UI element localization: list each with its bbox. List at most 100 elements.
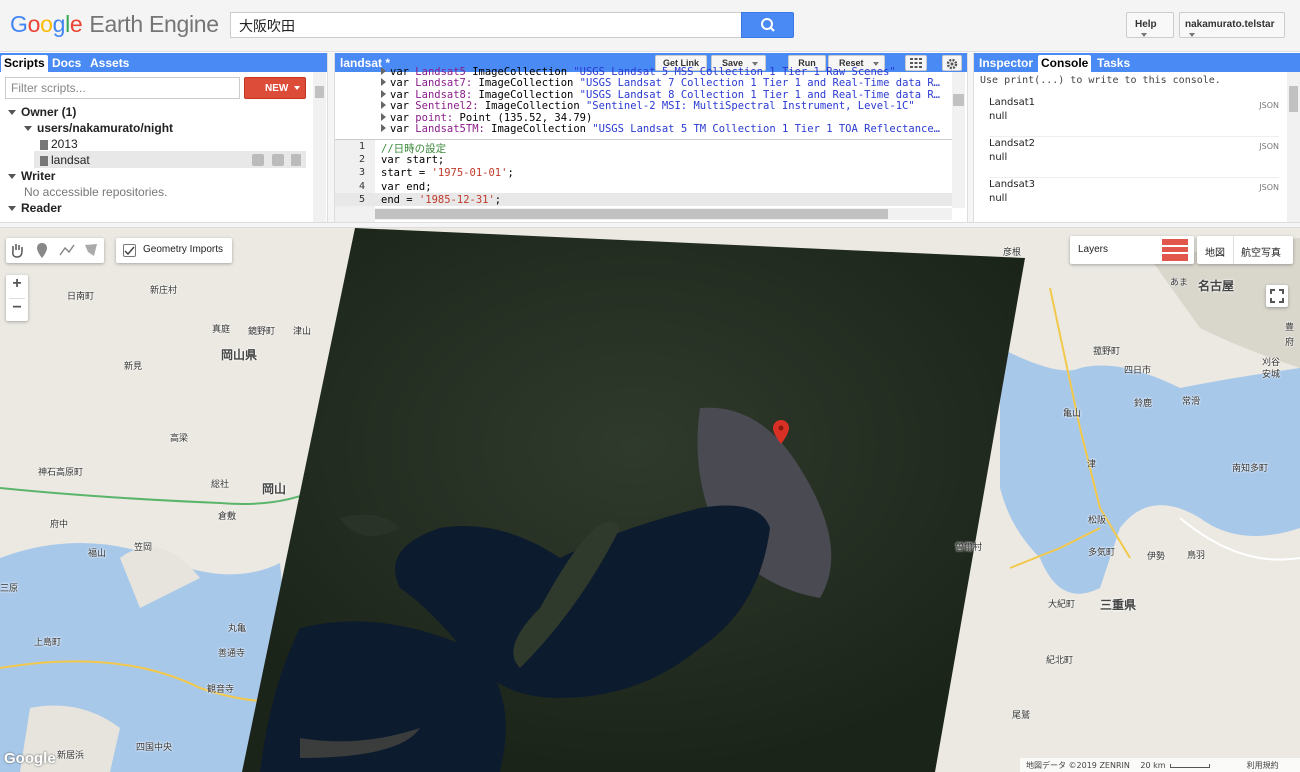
code-line[interactable]: var end; bbox=[381, 181, 432, 193]
hand-icon[interactable] bbox=[10, 243, 24, 258]
code-line[interactable]: end = '1985-12-31'; bbox=[381, 194, 501, 206]
scrollbar-thumb[interactable] bbox=[1289, 86, 1298, 112]
expand-triangle-icon[interactable] bbox=[381, 112, 386, 121]
polygon-tool-icon[interactable] bbox=[84, 243, 98, 257]
line-number: 1 bbox=[358, 141, 365, 152]
user-account-button[interactable]: nakamurato.telstar bbox=[1179, 12, 1285, 38]
editor-hscrollbar[interactable] bbox=[335, 208, 952, 220]
import-entry[interactable]: var Landsat5TM: ImageCollection "USGS La… bbox=[381, 123, 940, 135]
console-entry[interactable]: Landsat3 null JSON bbox=[989, 179, 1279, 219]
code-token: var bbox=[390, 100, 416, 113]
import-entry[interactable]: var Sentinel2: ImageCollection "Sentinel… bbox=[381, 100, 915, 112]
map-place-label: 善通寺 bbox=[218, 649, 246, 659]
filter-scripts-input[interactable]: Filter scripts... bbox=[5, 77, 240, 99]
line-tool-icon[interactable] bbox=[59, 244, 75, 256]
expand-triangle-icon[interactable] bbox=[381, 78, 386, 87]
map-place-label: 丸亀 bbox=[228, 624, 247, 634]
marker-tool-icon[interactable] bbox=[36, 243, 48, 258]
console-scrollbar[interactable] bbox=[1287, 72, 1300, 222]
file-icon bbox=[40, 155, 48, 166]
new-script-button[interactable]: NEW bbox=[244, 77, 306, 99]
map-place-label: 新庄村 bbox=[150, 286, 178, 296]
search-input[interactable]: 大阪吹田 bbox=[230, 12, 742, 38]
geometry-imports-label: Geometry Imports bbox=[143, 244, 224, 255]
map-view[interactable]: 日南町 新庄村 真庭 鏡野町 津山 岡山県 新見 高梁 神石高原町 総社 岡山 倉敷 府中 福山 笠岡 三原上… bbox=[0, 228, 1300, 772]
map-type-divider bbox=[1233, 236, 1234, 264]
terms-link[interactable]: 利用規約 bbox=[1247, 761, 1279, 770]
code-token: ImageCollection bbox=[472, 88, 580, 101]
panel-divider[interactable] bbox=[327, 53, 335, 222]
edit-icon[interactable] bbox=[272, 154, 284, 166]
tree-owner[interactable]: Owner (1) bbox=[8, 105, 76, 119]
code-line[interactable]: start = '1975-01-01'; bbox=[381, 167, 514, 179]
expand-triangle-icon[interactable] bbox=[381, 67, 386, 75]
code-token: "USGS Landsat 7 Collection 1 Tier 1 and … bbox=[579, 77, 940, 90]
json-link[interactable]: JSON bbox=[1259, 142, 1279, 151]
zoom-out-button[interactable]: − bbox=[6, 299, 28, 321]
geometry-imports-toggle[interactable]: Geometry Imports bbox=[116, 238, 232, 263]
layers-control[interactable]: Layers bbox=[1070, 236, 1194, 264]
tab-docs[interactable]: Docs bbox=[49, 55, 84, 72]
json-link[interactable]: JSON bbox=[1259, 101, 1279, 110]
zoom-in-button[interactable]: + bbox=[6, 275, 28, 298]
expand-triangle-icon[interactable] bbox=[381, 124, 386, 132]
tab-assets[interactable]: Assets bbox=[87, 55, 132, 72]
json-link[interactable]: JSON bbox=[1259, 183, 1279, 192]
tree-repo[interactable]: users/nakamurato/night bbox=[24, 121, 173, 135]
map-type-satellite-button[interactable]: 航空写真 bbox=[1241, 244, 1281, 259]
map-pin-icon[interactable] bbox=[773, 420, 789, 444]
tree-file-landsat[interactable]: landsat bbox=[40, 153, 90, 167]
search-button[interactable] bbox=[741, 12, 794, 38]
file-label: 2013 bbox=[51, 137, 78, 151]
expand-triangle-icon[interactable] bbox=[381, 101, 386, 110]
tab-inspector[interactable]: Inspector bbox=[976, 55, 1036, 72]
code-token: var bbox=[390, 66, 416, 78]
scrollbar-thumb[interactable] bbox=[953, 94, 964, 106]
code-token: ImageCollection bbox=[472, 77, 580, 90]
console-entry[interactable]: Landsat2 null JSON bbox=[989, 138, 1279, 178]
import-entry[interactable]: var point: Point (135.52, 34.79) bbox=[381, 112, 592, 124]
map-place-label: 福山 bbox=[88, 549, 107, 559]
code-token: ImageCollection bbox=[484, 123, 593, 135]
line-number: 2 bbox=[358, 154, 365, 166]
code-token: "USGS Landsat 8 Collection 1 Tier 1 and … bbox=[579, 88, 940, 101]
earth-engine-logo[interactable]: Google Earth Engine bbox=[10, 11, 219, 38]
editor-vscrollbar[interactable] bbox=[952, 72, 965, 208]
scripts-scrollbar[interactable] bbox=[313, 72, 326, 222]
logo-letter: o bbox=[40, 11, 53, 37]
tree-reader[interactable]: Reader bbox=[8, 201, 62, 215]
map-place-label: 常滑 bbox=[1182, 397, 1201, 407]
import-entry[interactable]: var Landsat5 ImageCollection "USGS Lands… bbox=[381, 66, 896, 78]
help-button[interactable]: Help bbox=[1126, 12, 1174, 38]
file-icon bbox=[40, 139, 48, 150]
scrollbar-thumb[interactable] bbox=[315, 86, 324, 98]
code-token: var bbox=[390, 123, 416, 135]
tab-tasks[interactable]: Tasks bbox=[1094, 55, 1133, 72]
caret-down-icon bbox=[8, 206, 16, 212]
top-header: Google Earth Engine 大阪吹田 Help nakamurato.… bbox=[0, 0, 1300, 52]
tab-scripts[interactable]: Scripts bbox=[1, 55, 48, 72]
history-icon[interactable] bbox=[252, 154, 264, 166]
chevron-down-icon bbox=[1189, 33, 1195, 38]
tree-file-2013[interactable]: 2013 bbox=[40, 137, 78, 151]
delete-icon[interactable] bbox=[291, 154, 301, 166]
checkbox-icon[interactable] bbox=[123, 244, 136, 257]
scale-bar bbox=[1170, 764, 1211, 768]
zoom-control: + − bbox=[6, 275, 28, 321]
code-line[interactable]: var start; bbox=[381, 154, 444, 166]
console-entry[interactable]: Landsat1 null JSON bbox=[989, 97, 1279, 137]
map-place-label: 多気町 bbox=[1088, 548, 1116, 558]
fullscreen-button[interactable] bbox=[1266, 285, 1288, 307]
code-token: point: bbox=[415, 111, 454, 124]
map-type-map-button[interactable]: 地図 bbox=[1205, 244, 1225, 259]
code-token: var end; bbox=[381, 180, 432, 193]
expand-triangle-icon[interactable] bbox=[381, 89, 386, 98]
panel-divider[interactable] bbox=[967, 53, 974, 222]
imports-section[interactable]: var Landsat5 ImageCollection "USGS Lands… bbox=[335, 66, 952, 140]
code-token: ; bbox=[507, 167, 514, 180]
scrollbar-thumb[interactable] bbox=[375, 209, 888, 219]
import-entry[interactable]: var Landsat8: ImageCollection "USGS Land… bbox=[381, 89, 940, 101]
tab-console[interactable]: Console bbox=[1038, 55, 1092, 72]
import-entry[interactable]: var Landsat7: ImageCollection "USGS Land… bbox=[381, 77, 940, 89]
tree-writer[interactable]: Writer bbox=[8, 169, 55, 183]
